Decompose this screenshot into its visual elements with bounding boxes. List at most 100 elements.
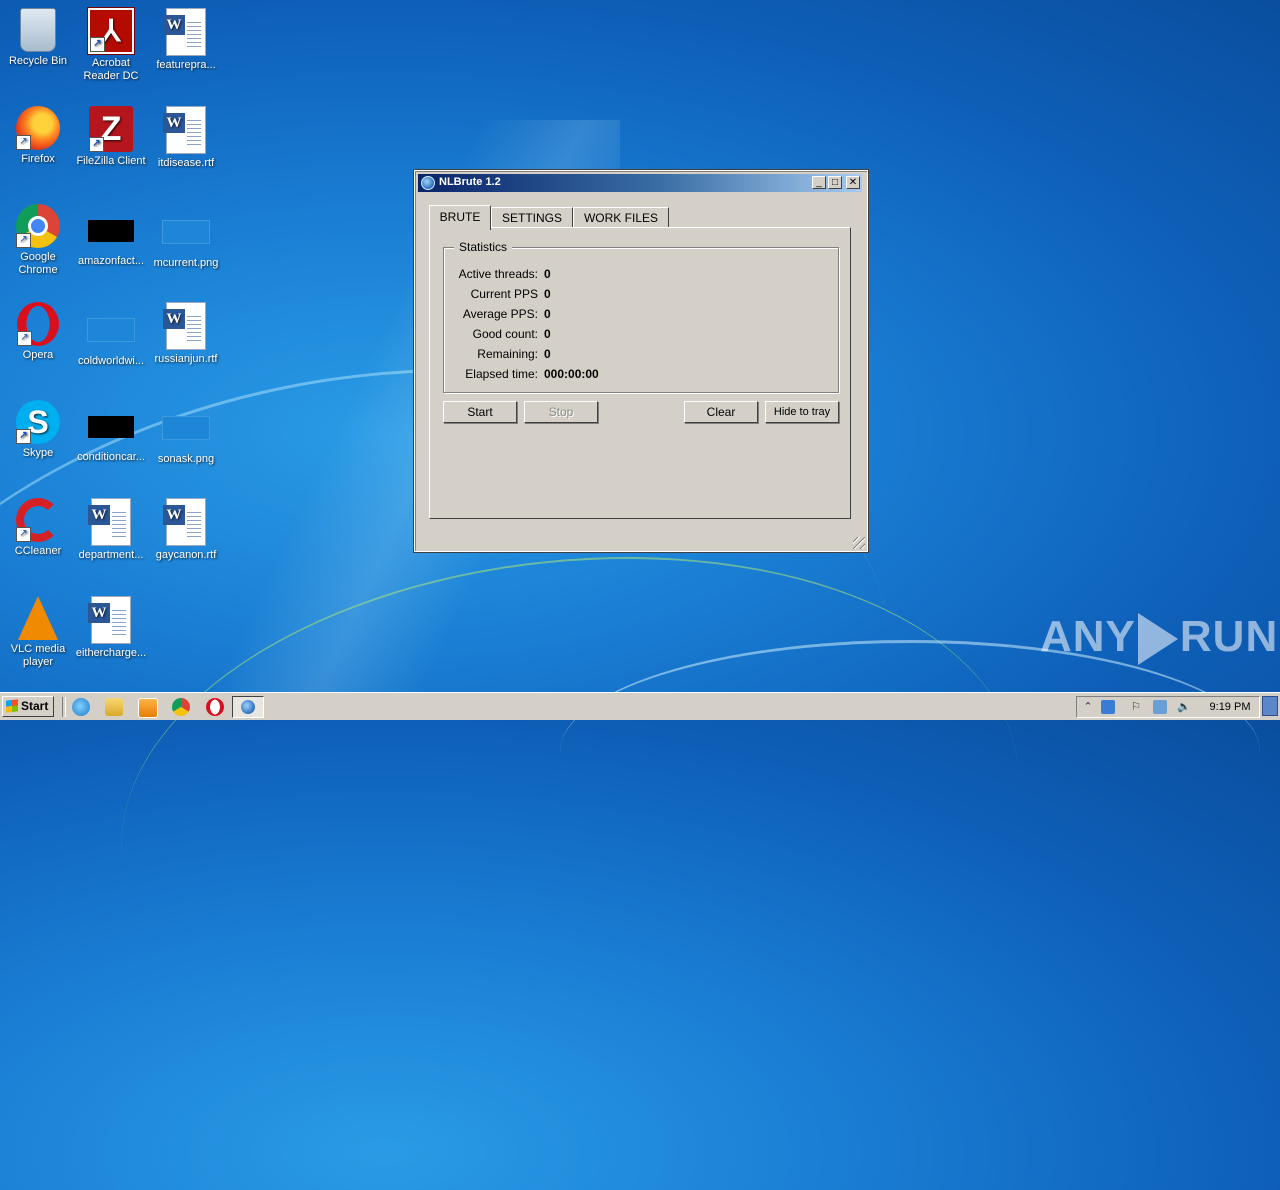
taskbar: Start ⌃ ⚐ 🔈 9:19 PM (0, 692, 1280, 720)
stat-label: Remaining: (477, 347, 538, 361)
stat-value: 0 (544, 267, 551, 281)
desktop-icon-label: coldworldwi... (77, 355, 145, 367)
desktop-icon-opera[interactable]: ↗ Opera (0, 302, 76, 362)
volume-icon[interactable]: 🔈 (1177, 700, 1191, 714)
window-title: NLBrute 1.2 (439, 176, 501, 188)
clear-button[interactable]: Clear (684, 401, 758, 423)
media-player-icon[interactable] (138, 698, 158, 718)
stat-label: Elapsed time: (465, 367, 538, 381)
anyrun-watermark: ANY RUN (1040, 612, 1279, 666)
opera-icon: ↗ (17, 302, 59, 346)
shortcut-arrow-icon: ↗ (16, 527, 31, 542)
stat-value: 0 (544, 307, 551, 321)
acrobat-icon: ⅄ ↗ (87, 7, 135, 55)
maximize-button[interactable]: □ (828, 176, 842, 189)
tab-brute[interactable]: BRUTE (429, 205, 491, 230)
statistics-group: Statistics Active threads: 0 Current PPS… (443, 240, 839, 393)
desktop-icon-coldworldwi[interactable]: coldworldwi... (73, 302, 149, 368)
chrome-icon[interactable] (172, 698, 190, 716)
ie-icon[interactable] (72, 698, 90, 716)
start-button[interactable]: Start (2, 696, 54, 717)
desktop-icon-mcurrent[interactable]: mcurrent.png (148, 204, 224, 270)
desktop-icon-recycle-bin[interactable]: Recycle Bin (0, 8, 76, 68)
word-doc-icon: W (88, 498, 131, 546)
tab-work-files[interactable]: WORK FILES (573, 207, 669, 228)
word-doc-icon: W (163, 8, 206, 56)
show-desktop-button[interactable] (1262, 696, 1278, 716)
desktop-icon-label: gaycanon.rtf (155, 549, 217, 561)
close-button[interactable]: ✕ (846, 176, 860, 189)
taskbar-clock[interactable]: 9:19 PM (1200, 696, 1260, 718)
tab-settings[interactable]: SETTINGS (491, 207, 573, 228)
hide-to-tray-button[interactable]: Hide to tray (765, 401, 839, 423)
desktop-icon-sonask[interactable]: sonask.png (148, 400, 224, 466)
desktop-icon-russianjun[interactable]: W russianjun.rtf (148, 302, 224, 366)
desktop-icon-skype[interactable]: S ↗ Skype (0, 400, 76, 460)
image-file-icon (162, 416, 210, 440)
image-file-icon (162, 220, 210, 244)
stat-value: 0 (544, 347, 551, 361)
network-icon[interactable] (1101, 700, 1115, 714)
explorer-icon[interactable] (105, 698, 123, 716)
desktop-icon-gaycanon[interactable]: W gaycanon.rtf (148, 498, 224, 562)
desktop-icon-itdisease[interactable]: W itdisease.rtf (148, 106, 224, 170)
stat-average-pps: Average PPS: 0 (444, 307, 824, 325)
opera-icon[interactable] (206, 698, 224, 716)
image-file-icon (87, 318, 135, 342)
desktop-icon-label: featurepra... (156, 59, 216, 71)
statistics-legend: Statistics (454, 240, 513, 254)
desktop-icon-label: Opera (22, 349, 54, 361)
stop-button[interactable]: Stop (524, 401, 598, 423)
taskbar-nlbrute-button[interactable] (232, 696, 264, 718)
windows-flag-icon (6, 699, 18, 713)
window-titlebar[interactable]: NLBrute 1.2 _ □ ✕ (418, 174, 862, 192)
desktop-icon-label: CCleaner (14, 545, 62, 557)
desktop-icon-chrome[interactable]: ↗ Google Chrome (0, 204, 76, 277)
desktop-icon-label: eithercharge... (75, 647, 147, 659)
desktop-icon-label: russianjun.rtf (154, 353, 218, 365)
stat-elapsed-time: Elapsed time: 000:00:00 (444, 367, 824, 385)
desktop-icon-label: conditioncar... (77, 451, 145, 463)
stat-current-pps: Current PPS 0 (444, 287, 824, 305)
ccleaner-icon: ↗ (16, 498, 60, 542)
word-doc-icon: W (163, 498, 206, 546)
start-button[interactable]: Start (443, 401, 517, 423)
desktop-icon-firefox[interactable]: ↗ Firefox (0, 106, 76, 166)
resize-grip[interactable] (853, 537, 865, 549)
desktop-icon-label: Firefox (21, 153, 55, 165)
desktop-icon-amazonfact[interactable]: amazonfact... (73, 204, 149, 268)
shortcut-arrow-icon: ↗ (16, 135, 31, 150)
desktop-icon-label: amazonfact... (77, 255, 145, 267)
word-doc-icon: W (163, 106, 206, 154)
stat-remaining: Remaining: 0 (444, 347, 824, 365)
desktop-icon-vlc[interactable]: VLC media player (0, 596, 76, 669)
desktop-icon-featurepra[interactable]: W featurepra... (148, 8, 224, 72)
chrome-icon: ↗ (16, 204, 60, 248)
word-doc-icon: W (163, 302, 206, 350)
desktop-icon-label: FileZilla Client (76, 155, 146, 167)
desktop-icon-label: VLC media player (10, 643, 66, 668)
desktop-icon-ccleaner[interactable]: ↗ CCleaner (0, 498, 76, 558)
nlbrute-window: NLBrute 1.2 _ □ ✕ BRUTE SETTINGS WORK FI… (413, 169, 869, 553)
stat-active-threads: Active threads: 0 (444, 267, 824, 285)
desktop-icon-eithercharge[interactable]: W eithercharge... (73, 596, 149, 660)
watermark-right-text: RUN (1179, 612, 1279, 661)
flag-icon[interactable]: ⚐ (1129, 700, 1143, 714)
minimize-button[interactable]: _ (812, 176, 826, 189)
skype-icon: S ↗ (16, 400, 60, 444)
brute-tab-panel: Statistics Active threads: 0 Current PPS… (429, 227, 851, 519)
desktop-icon-label: sonask.png (157, 453, 215, 465)
desktop-icon-filezilla[interactable]: Z ↗ FileZilla Client (73, 106, 149, 168)
shortcut-arrow-icon: ↗ (16, 233, 31, 248)
stat-value: 000:00:00 (544, 367, 599, 381)
show-hidden-icon[interactable]: ⌃ (1081, 700, 1095, 714)
stat-label: Current PPS (470, 287, 538, 301)
desktop-icon-department[interactable]: W department... (73, 498, 149, 562)
desktop-icon-label: Recycle Bin (8, 55, 68, 67)
stat-value: 0 (544, 287, 551, 301)
monitor-icon[interactable] (1153, 700, 1167, 714)
image-file-icon (88, 416, 134, 438)
desktop-icon-conditioncar[interactable]: conditioncar... (73, 400, 149, 464)
app-icon (421, 176, 435, 190)
desktop-icon-acrobat[interactable]: ⅄ ↗ Acrobat Reader DC (73, 7, 149, 83)
